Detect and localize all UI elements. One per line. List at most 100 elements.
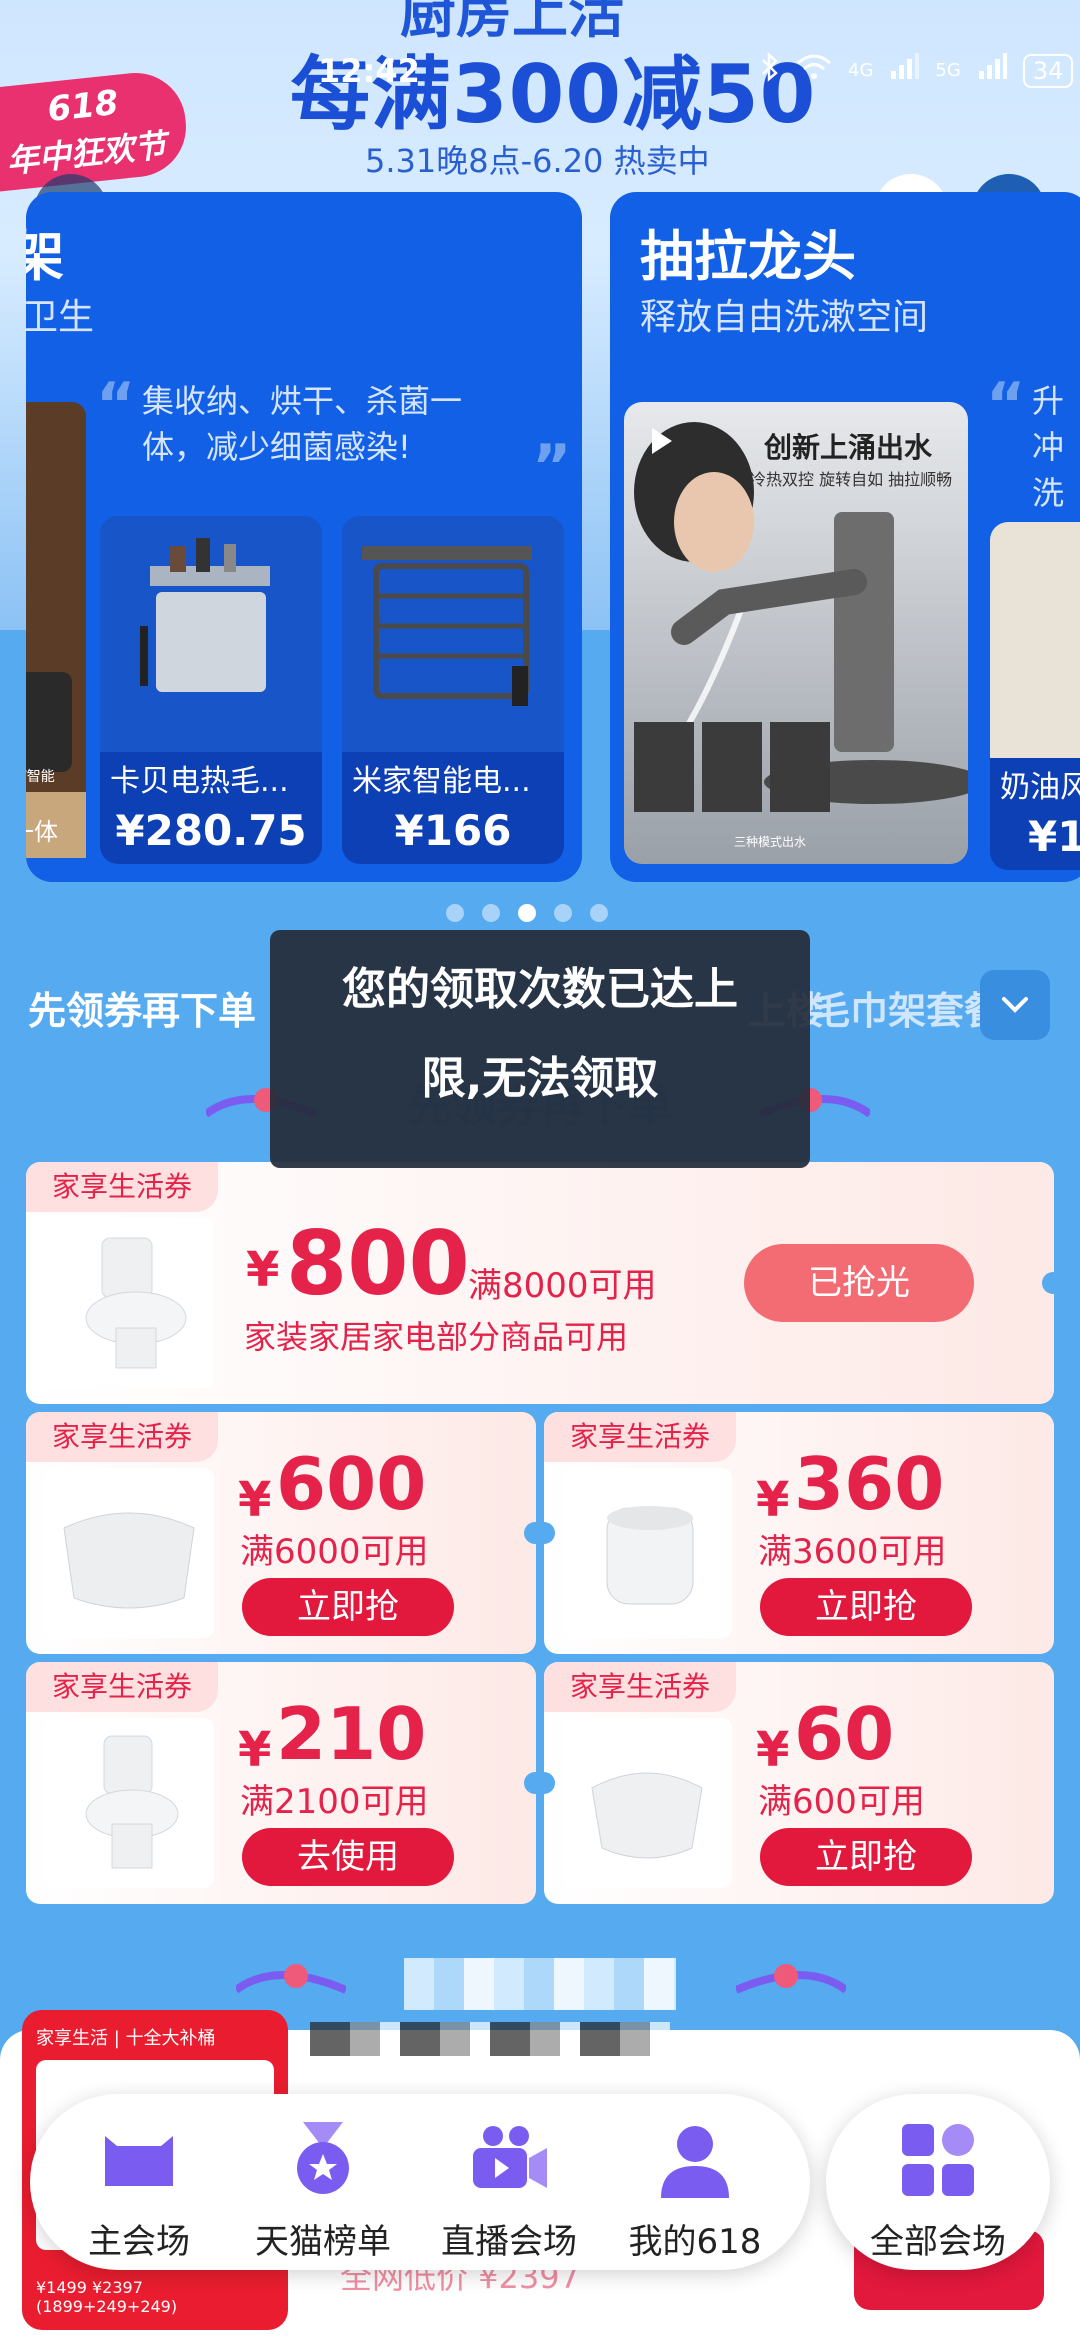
coupon-amount: 210 [276, 1692, 427, 1776]
all-venues-button[interactable]: 全部会场 [826, 2094, 1050, 2270]
battery-indicator: 34 [1022, 53, 1074, 88]
nav-label: 我的618 [628, 2222, 762, 2262]
toast-line-2: 限,无法领取 [421, 1053, 659, 1104]
hero-subtitle: 5.31晚8点-6.20 热卖中 [365, 142, 710, 180]
product-card[interactable]: 奶油风 ¥12 [990, 522, 1080, 870]
ribbon-decoration-icon [236, 1964, 346, 1994]
coupon-card[interactable]: 家享生活券 ¥ 360 满3600可用 立即抢 [544, 1412, 1054, 1654]
badge-618: 618 年中狂欢节 [0, 68, 191, 192]
coupon-card[interactable]: 家享生活券 ¥ 60 满600可用 立即抢 [544, 1662, 1054, 1904]
coupon-notch [1042, 1272, 1054, 1294]
nav-my-618[interactable]: 我的618 [610, 2118, 780, 2263]
product-price: ¥12 [1028, 812, 1080, 861]
grab-now-button[interactable]: 立即抢 [242, 1578, 454, 1636]
nav-main-venue[interactable]: 主会场 [54, 2118, 224, 2263]
carousel-indicator [446, 904, 608, 922]
promo-price-note: (1899+249+249) [36, 2297, 178, 2316]
nav-label: 直播会场 [441, 2222, 577, 2262]
tab-coupons[interactable]: 先领券再下单 [28, 980, 256, 1035]
panel-title-partial: 架 [26, 225, 64, 288]
grab-now-button[interactable]: 立即抢 [760, 1828, 972, 1886]
product-card[interactable]: 米家智能电... ¥166 [342, 516, 564, 864]
user-icon [661, 2126, 729, 2198]
product-image [100, 516, 322, 752]
nav-tmall-rank[interactable]: 天猫榜单 [238, 2118, 408, 2263]
carousel-dot[interactable] [590, 904, 608, 922]
promo-price-1: ¥1499 [36, 2278, 87, 2297]
coupon-condition: 满3600可用 [758, 1532, 947, 1572]
signal-icon [889, 53, 920, 88]
blurred-section-title [404, 1958, 676, 2010]
play-icon[interactable] [648, 426, 674, 460]
coupon-condition: 满6000可用 [240, 1532, 429, 1572]
badge-number: 618 [45, 82, 121, 130]
carousel-dot[interactable] [554, 904, 572, 922]
signal-4g-label: 4G [848, 60, 874, 81]
carousel-panel-towel-rack[interactable]: 架 卫生 “ 集收纳、烘干、杀菌一体，减少细菌感染! ” 时/智能 一体 卡贝电… [26, 192, 582, 882]
toilet-image [44, 1218, 214, 1388]
badge-text: 年中狂欢节 [4, 126, 168, 181]
panel-quote-partial-2: 冲洗 [1032, 428, 1065, 512]
carousel-dot-active[interactable] [518, 904, 536, 922]
coupon-currency: ¥ [246, 1242, 280, 1298]
coupon-card[interactable]: 家享生活券 ¥ 210 满2100可用 去使用 [26, 1662, 536, 1904]
product-price: ¥166 [394, 806, 512, 855]
status-icons: 4G 5G 34 [760, 52, 1074, 89]
coupon-tag: 家享生活券 [26, 1662, 219, 1712]
video-bottom-caption: 三种模式出水 [734, 835, 807, 849]
coupon-scope: 家装家居家电部分商品可用 [244, 1318, 629, 1356]
chevron-down-icon [1002, 997, 1028, 1013]
toast-line-1: 您的领取次数已达上 [342, 964, 738, 1015]
coupon-currency: ¥ [756, 1472, 790, 1528]
promo-banner-title: 家享生活 | 十全大补桶 [36, 2028, 216, 2049]
product-name: 卡贝电热毛... [110, 764, 289, 799]
product-card[interactable]: 卡贝电热毛... ¥280.75 [100, 516, 322, 864]
coupon-amount: 600 [276, 1442, 427, 1526]
tab-towel-rack[interactable]: 毛巾架套餐 [812, 980, 1002, 1035]
status-time: 12:42 [318, 52, 420, 90]
nav-live-venue[interactable]: 直播会场 [424, 2118, 594, 2263]
grid-icon [902, 2124, 974, 2196]
side-product-image[interactable]: 时/智能 一体 [26, 402, 86, 858]
use-now-button[interactable]: 去使用 [242, 1828, 454, 1886]
coupon-tag: 家享生活券 [26, 1412, 219, 1462]
coupon-condition: 满8000可用 [468, 1266, 657, 1306]
toilet-image [562, 1718, 732, 1888]
coupon-card[interactable]: 家享生活券 ¥ 800 满8000可用 家装家居家电部分商品可用 已抢光 [26, 1162, 1054, 1404]
nav-label: 天猫榜单 [255, 2222, 391, 2262]
coupon-notch [524, 1522, 536, 1544]
sold-out-button[interactable]: 已抢光 [744, 1244, 974, 1322]
coupon-currency: ¥ [238, 1472, 272, 1528]
panel-title: 抽拉龙头 [640, 225, 856, 288]
coupon-tag: 家享生活券 [544, 1412, 737, 1462]
signal-5g-label: 5G [935, 60, 961, 81]
carousel-panel-pull-faucet[interactable]: 抽拉龙头 释放自由洗漱空间 “ 升 冲洗 创新上涌出水 冷热双控 旋转自如 抽拉… [610, 192, 1080, 882]
panel-quote: 集收纳、烘干、杀菌一体，减少细菌感染! [142, 382, 463, 466]
toilet-image [562, 1468, 732, 1638]
cat-tv-icon [105, 2136, 173, 2186]
quote-open-icon: “ [986, 370, 1026, 440]
video-title: 创新上涌出水 [764, 431, 933, 464]
coupon-tag: 家享生活券 [26, 1162, 219, 1212]
medal-icon [297, 2122, 349, 2194]
product-image [342, 516, 564, 752]
coupon-amount: 360 [794, 1442, 945, 1526]
coupon-tag: 家享生活券 [544, 1662, 737, 1712]
product-name: 奶油风 [1000, 770, 1080, 805]
coupon-notch [544, 1522, 555, 1544]
bottom-navigation: 主会场 天猫榜单 直播会场 我的618 [30, 2094, 810, 2270]
panel-subtitle-partial: 卫生 [26, 297, 95, 338]
ribbon-decoration-icon [736, 1964, 846, 1994]
carousel-dot[interactable] [482, 904, 500, 922]
carousel-dot[interactable] [446, 904, 464, 922]
nav-label: 主会场 [88, 2222, 190, 2262]
toast-message: 您的领取次数已达上 限,无法领取 [270, 930, 810, 1168]
coupon-condition: 满600可用 [758, 1782, 925, 1822]
coupon-currency: ¥ [238, 1722, 272, 1778]
side-caption-1: 时/智能 [26, 769, 55, 785]
coupon-card[interactable]: 家享生活券 ¥ 600 满6000可用 立即抢 [26, 1412, 536, 1654]
promo-price-line: ¥1499 ¥2397 (1899+249+249) [36, 2278, 288, 2316]
grab-now-button[interactable]: 立即抢 [760, 1578, 972, 1636]
expand-tabs-button[interactable] [980, 970, 1050, 1040]
video-card[interactable]: 创新上涌出水 冷热双控 旋转自如 抽拉顺畅 三种模式出水 [624, 402, 968, 864]
